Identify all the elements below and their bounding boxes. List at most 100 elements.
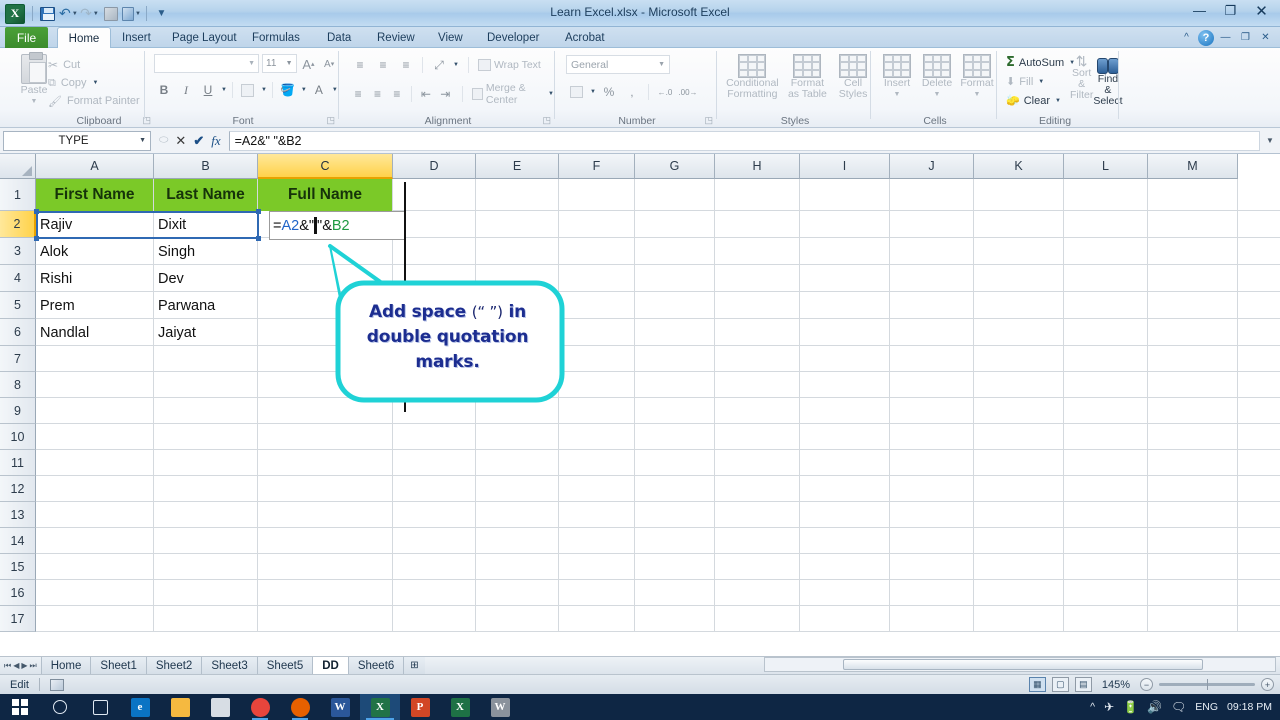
cell-K13[interactable]	[974, 502, 1064, 528]
cell-K15[interactable]	[974, 554, 1064, 580]
cell-A10[interactable]	[36, 424, 154, 450]
chrome-button[interactable]	[240, 694, 280, 720]
cell-H6[interactable]	[715, 319, 800, 346]
cell-A12[interactable]	[36, 476, 154, 502]
cell-M3[interactable]	[1148, 238, 1238, 265]
cell-I6[interactable]	[800, 319, 890, 346]
cell-D15[interactable]	[393, 554, 476, 580]
cell-K4[interactable]	[974, 265, 1064, 292]
cell-G14[interactable]	[635, 528, 715, 554]
borders-button[interactable]	[238, 80, 258, 100]
cell-H13[interactable]	[715, 502, 800, 528]
format-cells-button[interactable]: Format ▼	[960, 54, 994, 100]
cell-J2[interactable]	[890, 211, 974, 238]
cell-L8[interactable]	[1064, 372, 1148, 398]
cell-L4[interactable]	[1064, 265, 1148, 292]
cell-F3[interactable]	[559, 238, 635, 265]
cell-G16[interactable]	[635, 580, 715, 606]
cell-K11[interactable]	[974, 450, 1064, 476]
cell-A9[interactable]	[36, 398, 154, 424]
cell-E4[interactable]	[476, 265, 559, 292]
cell-I15[interactable]	[800, 554, 890, 580]
row-header-2[interactable]: 2	[0, 211, 36, 238]
minimize-ribbon-button[interactable]: ^	[1178, 29, 1195, 46]
cell-H16[interactable]	[715, 580, 800, 606]
normal-view-button[interactable]: ▦	[1028, 677, 1046, 692]
cell-K3[interactable]	[974, 238, 1064, 265]
cell-D11[interactable]	[393, 450, 476, 476]
excel-alt-button[interactable]: X	[440, 694, 480, 720]
cell-B12[interactable]	[154, 476, 258, 502]
tab-developer[interactable]: Developer	[478, 27, 548, 48]
cell-L10[interactable]	[1064, 424, 1148, 450]
cell-L2[interactable]	[1064, 211, 1148, 238]
column-header-h[interactable]: H	[715, 154, 800, 179]
cell-I10[interactable]	[800, 424, 890, 450]
column-header-g[interactable]: G	[635, 154, 715, 179]
cell-K2[interactable]	[974, 211, 1064, 238]
cell-J9[interactable]	[890, 398, 974, 424]
sheet-tab-sheet5[interactable]: Sheet5	[256, 657, 313, 674]
sheet-tab-sheet6[interactable]: Sheet6	[347, 657, 404, 674]
airplane-icon[interactable]: ✈	[1104, 700, 1114, 714]
cell-A7[interactable]	[36, 346, 154, 372]
cell-E16[interactable]	[476, 580, 559, 606]
font-color-button[interactable]: A	[309, 80, 329, 100]
cell-B3[interactable]: Singh	[154, 238, 258, 265]
enter-formula-button[interactable]: ✔	[193, 133, 204, 149]
tab-insert[interactable]: Insert	[113, 27, 160, 48]
cell-M1[interactable]	[1148, 179, 1238, 211]
column-header-e[interactable]: E	[476, 154, 559, 179]
cell-C17[interactable]	[258, 606, 393, 632]
cell-H8[interactable]	[715, 372, 800, 398]
cell-J16[interactable]	[890, 580, 974, 606]
number-format-select[interactable]: General ▼	[566, 55, 670, 74]
cell-area[interactable]: First Name Last Name Full Name Rajiv Dixit Al…	[36, 179, 1280, 656]
firefox-button[interactable]	[280, 694, 320, 720]
cell-F8[interactable]	[559, 372, 635, 398]
row-header-17[interactable]: 17	[0, 606, 36, 632]
cell-M7[interactable]	[1148, 346, 1238, 372]
align-top-button[interactable]: ≡	[350, 55, 370, 75]
cell-F7[interactable]	[559, 346, 635, 372]
zoom-in-button[interactable]: +	[1261, 678, 1274, 691]
row-header-1[interactable]: 1	[0, 179, 36, 211]
grow-font-button[interactable]: A ▴	[300, 54, 318, 74]
cell-K7[interactable]	[974, 346, 1064, 372]
zoom-out-button[interactable]: −	[1140, 678, 1153, 691]
cell-B13[interactable]	[154, 502, 258, 528]
cell-G13[interactable]	[635, 502, 715, 528]
cell-B7[interactable]	[154, 346, 258, 372]
next-sheet-button[interactable]: ▶	[21, 661, 27, 670]
cell-L1[interactable]	[1064, 179, 1148, 211]
cell-F5[interactable]	[559, 292, 635, 319]
cell-E2[interactable]	[476, 211, 559, 238]
cell-I13[interactable]	[800, 502, 890, 528]
file-explorer-button[interactable]	[160, 694, 200, 720]
tab-formulas[interactable]: Formulas	[243, 27, 309, 48]
tab-page-layout[interactable]: Page Layout	[163, 27, 246, 48]
cell-I14[interactable]	[800, 528, 890, 554]
cell-J6[interactable]	[890, 319, 974, 346]
row-header-8[interactable]: 8	[0, 372, 36, 398]
column-header-i[interactable]: I	[800, 154, 890, 179]
cell-G11[interactable]	[635, 450, 715, 476]
cell-B17[interactable]	[154, 606, 258, 632]
cell-C3[interactable]	[258, 238, 393, 265]
cell-M15[interactable]	[1148, 554, 1238, 580]
font-size-input[interactable]: 11 ▼	[262, 54, 297, 73]
row-header-13[interactable]: 13	[0, 502, 36, 528]
zoom-slider[interactable]	[1159, 679, 1255, 690]
column-header-a[interactable]: A	[36, 154, 154, 179]
cell-B5[interactable]: Parwana	[154, 292, 258, 319]
battery-icon[interactable]: 🔋	[1123, 700, 1138, 714]
new-sheet-button[interactable]: ⊞	[403, 657, 425, 674]
cell-L16[interactable]	[1064, 580, 1148, 606]
task-view-button[interactable]	[80, 694, 120, 720]
column-header-j[interactable]: J	[890, 154, 974, 179]
orientation-button[interactable]: ⤢	[429, 55, 449, 75]
cell-styles-button[interactable]: Cell Styles	[836, 54, 870, 100]
column-header-d[interactable]: D	[393, 154, 476, 179]
decrease-indent-button[interactable]: ⇤	[418, 84, 434, 104]
cell-E13[interactable]	[476, 502, 559, 528]
